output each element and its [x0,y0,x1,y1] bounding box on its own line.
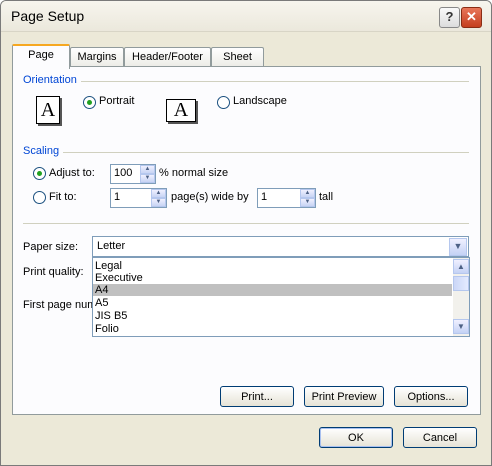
list-item[interactable]: A5 [95,297,108,309]
adjust-to-value[interactable]: 100 [114,167,132,179]
print-quality-label: Print quality: [23,266,84,278]
list-item[interactable]: Folio [95,323,119,335]
portrait-label[interactable]: Portrait [99,95,134,107]
ok-button[interactable]: OK [319,427,393,448]
paper-size-dropdown-list[interactable]: Legal Executive A4 A5 JIS B5 Folio ▲ ▼ [92,257,470,337]
fit-to-label[interactable]: Fit to: [49,191,77,203]
paper-size-select[interactable]: Letter ▼ [92,236,469,257]
tab-page[interactable]: Page [12,44,70,69]
landscape-label[interactable]: Landscape [233,95,287,107]
adjust-to-suffix: % normal size [159,167,229,179]
scroll-thumb[interactable] [453,276,469,291]
first-page-number-label: First page num [23,299,97,311]
page-setup-dialog: Page Setup ? ✕ Page Margins Header/Foote… [0,0,492,466]
fit-wide-suffix: page(s) wide by [171,191,249,203]
landscape-radio[interactable] [217,96,230,109]
list-item-selected[interactable]: A4 [93,284,452,296]
tab-sheet[interactable]: Sheet [211,47,264,67]
adjust-to-radio[interactable] [33,167,46,180]
landscape-page-icon: A [166,99,196,122]
adjust-to-label[interactable]: Adjust to: [49,167,95,179]
fit-tall-value[interactable]: 1 [261,191,267,203]
fit-tall-arrows: ▲ ▼ [300,189,315,207]
orientation-heading: Orientation [23,74,77,86]
list-item[interactable]: Executive [95,272,143,284]
fit-wide-spinner[interactable]: 1 ▲ ▼ [110,188,167,208]
close-button[interactable]: ✕ [461,7,482,28]
section-divider [23,223,469,224]
spin-up-icon[interactable]: ▲ [151,189,166,198]
orientation-divider [81,81,469,82]
dialog-title: Page Setup [11,8,85,24]
help-button[interactable]: ? [439,7,460,28]
fit-wide-arrows: ▲ ▼ [151,189,166,207]
spin-down-icon[interactable]: ▼ [300,198,315,207]
adjust-to-spinner[interactable]: 100 ▲ ▼ [110,164,156,184]
adjust-to-arrows: ▲ ▼ [140,165,155,183]
tab-header-footer[interactable]: Header/Footer [124,47,211,67]
spin-up-icon[interactable]: ▲ [300,189,315,198]
spin-down-icon[interactable]: ▼ [140,174,155,183]
title-bar[interactable]: Page Setup ? ✕ [1,1,491,32]
spin-down-icon[interactable]: ▼ [151,198,166,207]
fit-tall-suffix: tall [319,191,334,203]
fit-wide-value[interactable]: 1 [114,191,120,203]
scroll-up-icon[interactable]: ▲ [453,259,469,274]
print-preview-button[interactable]: Print Preview [304,386,384,407]
scaling-divider [63,152,469,153]
fit-to-radio[interactable] [33,191,46,204]
spin-up-icon[interactable]: ▲ [140,165,155,174]
tab-margins[interactable]: Margins [70,47,124,67]
list-item[interactable]: Legal [95,260,122,272]
chevron-down-icon[interactable]: ▼ [449,238,467,256]
paper-size-label: Paper size: [23,241,79,253]
portrait-radio[interactable] [83,96,96,109]
options-button[interactable]: Options... [394,386,468,407]
scroll-down-icon[interactable]: ▼ [453,319,469,334]
scaling-heading: Scaling [23,145,60,157]
print-button[interactable]: Print... [220,386,294,407]
list-scrollbar[interactable]: ▲ ▼ [453,258,469,336]
portrait-page-icon: A [36,96,60,124]
paper-size-value: Letter [97,240,126,252]
cancel-button[interactable]: Cancel [403,427,477,448]
list-item[interactable]: JIS B5 [95,310,127,322]
fit-tall-spinner[interactable]: 1 ▲ ▼ [257,188,316,208]
